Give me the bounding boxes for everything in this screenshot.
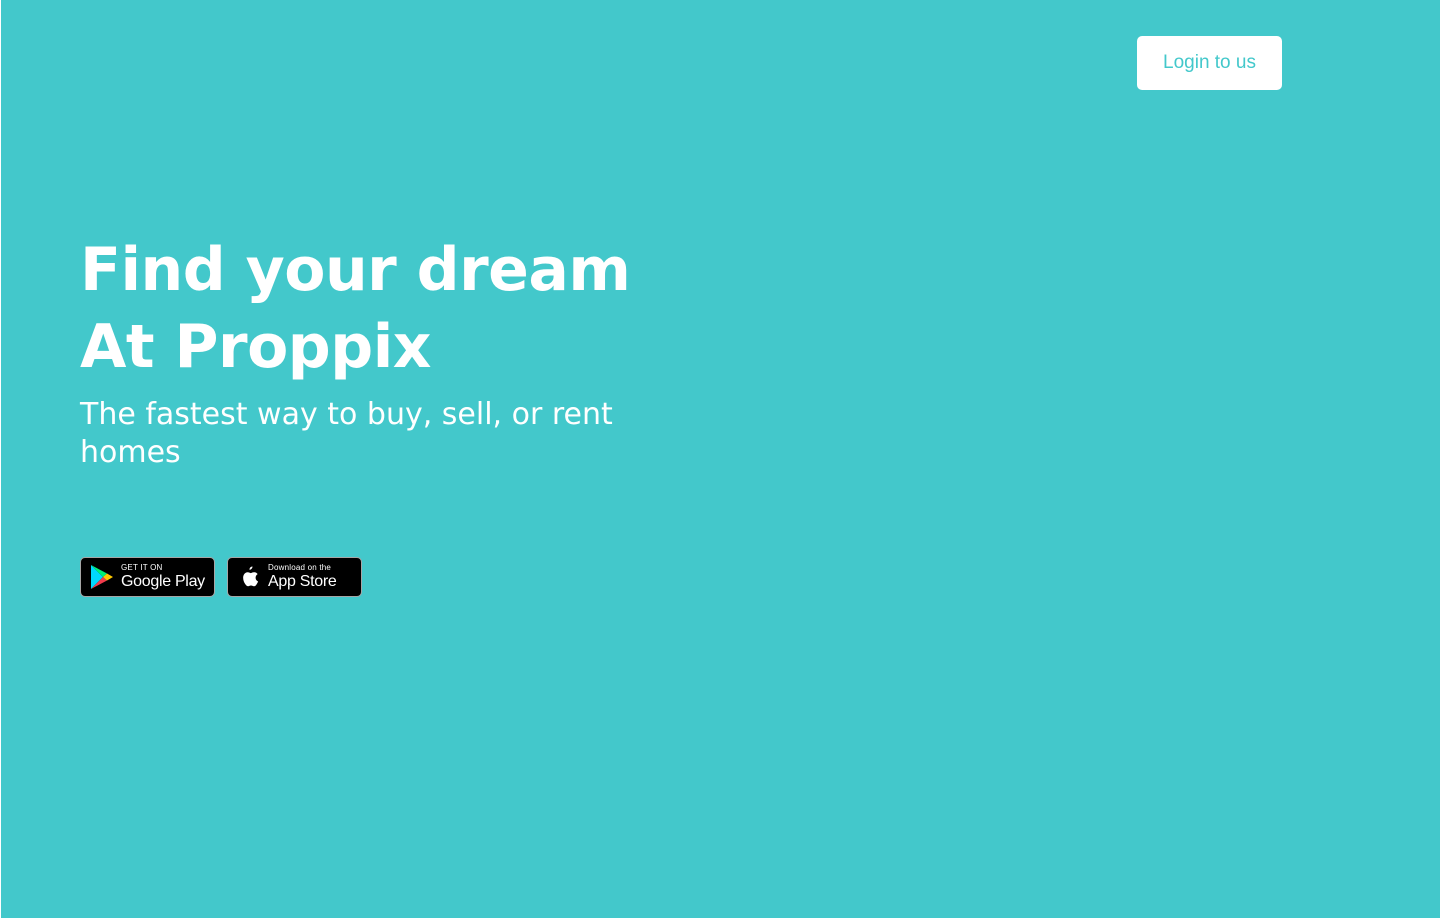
google-play-badge[interactable]: GET IT ON Google Play <box>80 557 215 597</box>
landing-page: Login to us Find your dream At Proppix T… <box>1 0 1440 918</box>
app-store-badge-text: Download on the App Store <box>268 563 337 590</box>
hero-title: Find your dream At Proppix <box>80 232 700 386</box>
hero-title-line-2: At Proppix <box>80 312 431 382</box>
app-store-small-text: Download on the <box>268 563 332 572</box>
login-button-label: Login to us <box>1163 52 1256 73</box>
hero-section: Find your dream At Proppix The fastest w… <box>80 232 700 472</box>
google-play-small-text: GET IT ON <box>121 563 163 572</box>
google-play-badge-text: GET IT ON Google Play <box>121 564 205 590</box>
app-store-large-text: App Store <box>268 573 337 590</box>
store-badges: GET IT ON Google Play Download on the Ap… <box>80 557 362 597</box>
app-store-badge[interactable]: Download on the App Store <box>227 557 362 597</box>
hero-title-line-1: Find your dream <box>80 235 631 305</box>
hero-subtitle: The fastest way to buy, sell, or rent ho… <box>80 397 613 470</box>
google-play-icon <box>89 563 115 591</box>
apple-icon <box>236 563 262 591</box>
google-play-large-text: Google Play <box>121 573 205 590</box>
login-button[interactable]: Login to us <box>1137 36 1282 90</box>
